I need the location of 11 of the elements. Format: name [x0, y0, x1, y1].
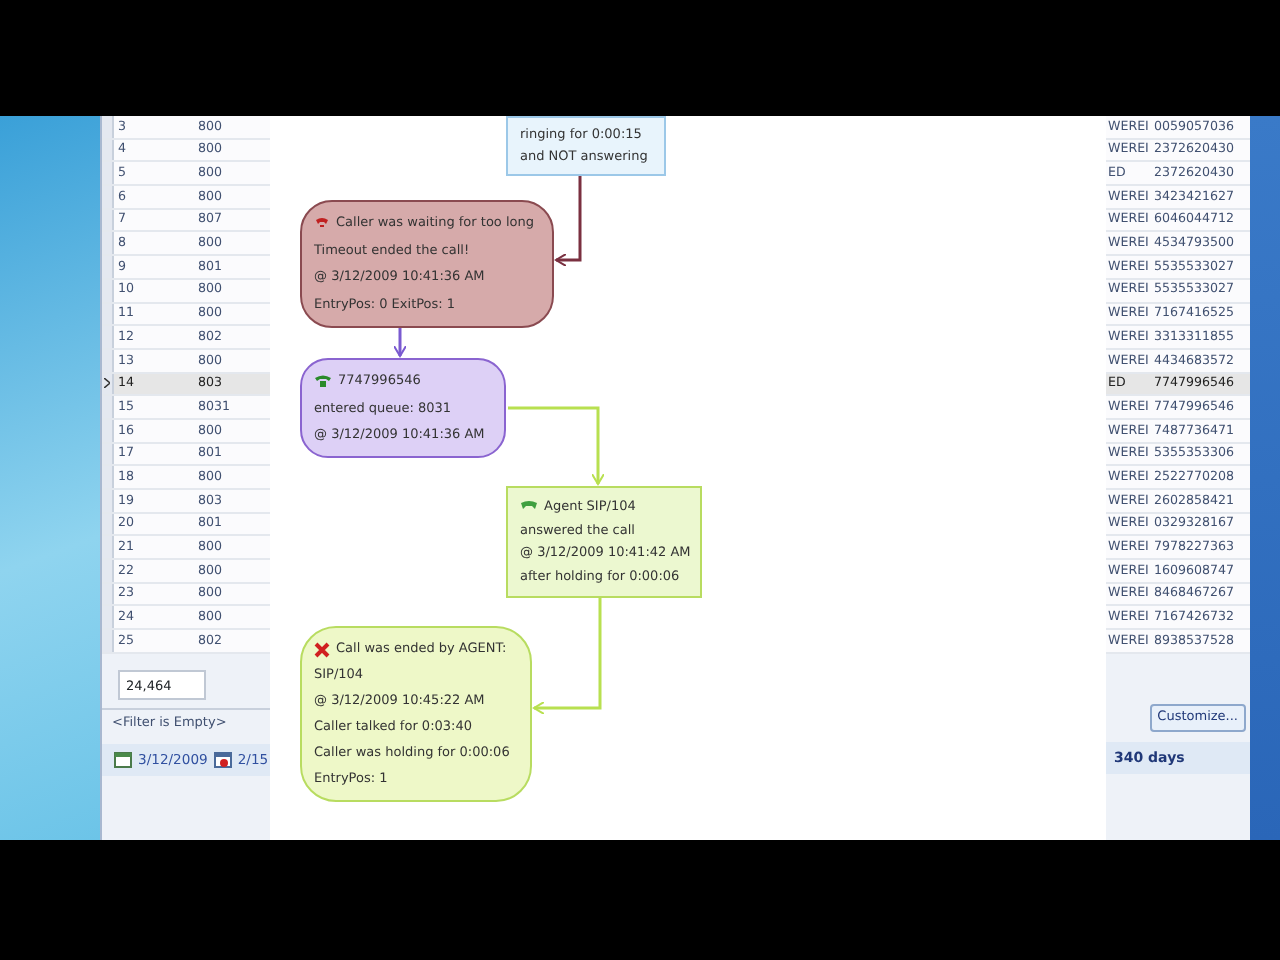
close-icon — [314, 641, 330, 657]
phone-icon — [314, 216, 330, 231]
calendar-icon — [114, 751, 132, 768]
connector-arrow — [555, 176, 582, 267]
row-pointer-icon — [104, 378, 110, 389]
phone-icon — [314, 374, 332, 389]
calendar-icon — [213, 751, 232, 768]
connector-arrow — [508, 406, 605, 485]
handset-icon — [520, 500, 538, 513]
connector-arrow — [533, 598, 602, 715]
connector-arrow — [393, 328, 407, 357]
